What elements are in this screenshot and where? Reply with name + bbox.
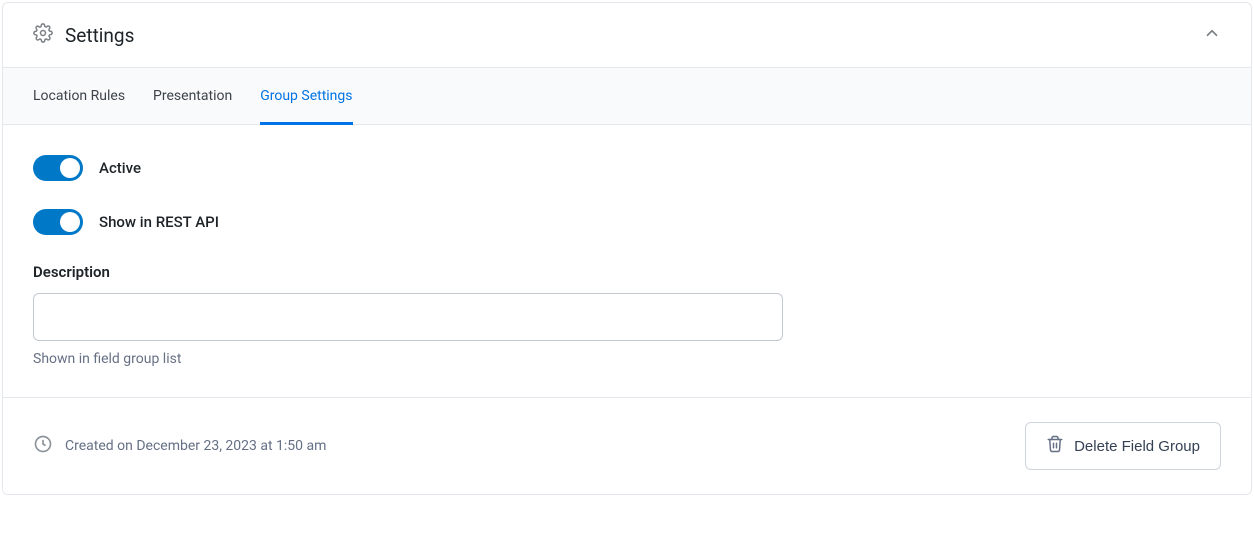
toggle-knob: [60, 158, 80, 178]
active-toggle[interactable]: [33, 155, 83, 181]
delete-field-group-button[interactable]: Delete Field Group: [1025, 422, 1221, 470]
tab-content: Active Show in REST API Description Show…: [3, 125, 1251, 397]
panel-header-left: Settings: [33, 23, 134, 47]
rest-api-toggle-label: Show in REST API: [99, 213, 219, 231]
collapse-toggle[interactable]: [1203, 24, 1221, 46]
description-input[interactable]: [33, 293, 783, 341]
footer-created: Created on December 23, 2023 at 1:50 am: [33, 434, 326, 458]
description-help: Shown in field group list: [33, 351, 1221, 367]
toggle-row-rest: Show in REST API: [33, 209, 1221, 235]
tab-location-rules[interactable]: Location Rules: [33, 68, 125, 125]
panel-footer: Created on December 23, 2023 at 1:50 am …: [3, 397, 1251, 494]
toggle-knob: [60, 212, 80, 232]
panel-header: Settings: [3, 3, 1251, 68]
tabs: Location Rules Presentation Group Settin…: [3, 68, 1251, 125]
delete-button-label: Delete Field Group: [1074, 438, 1200, 455]
gear-icon: [33, 23, 53, 47]
description-label: Description: [33, 263, 1221, 281]
rest-api-toggle[interactable]: [33, 209, 83, 235]
created-text: Created on December 23, 2023 at 1:50 am: [65, 438, 326, 454]
panel-title: Settings: [65, 24, 134, 47]
active-toggle-label: Active: [99, 159, 141, 177]
tab-presentation[interactable]: Presentation: [153, 68, 232, 125]
tab-group-settings[interactable]: Group Settings: [260, 68, 352, 125]
clock-icon: [33, 434, 53, 458]
trash-icon: [1046, 435, 1064, 457]
toggle-row-active: Active: [33, 155, 1221, 181]
description-field-group: Description Shown in field group list: [33, 263, 1221, 367]
settings-panel: Settings Location Rules Presentation Gro…: [2, 2, 1252, 495]
